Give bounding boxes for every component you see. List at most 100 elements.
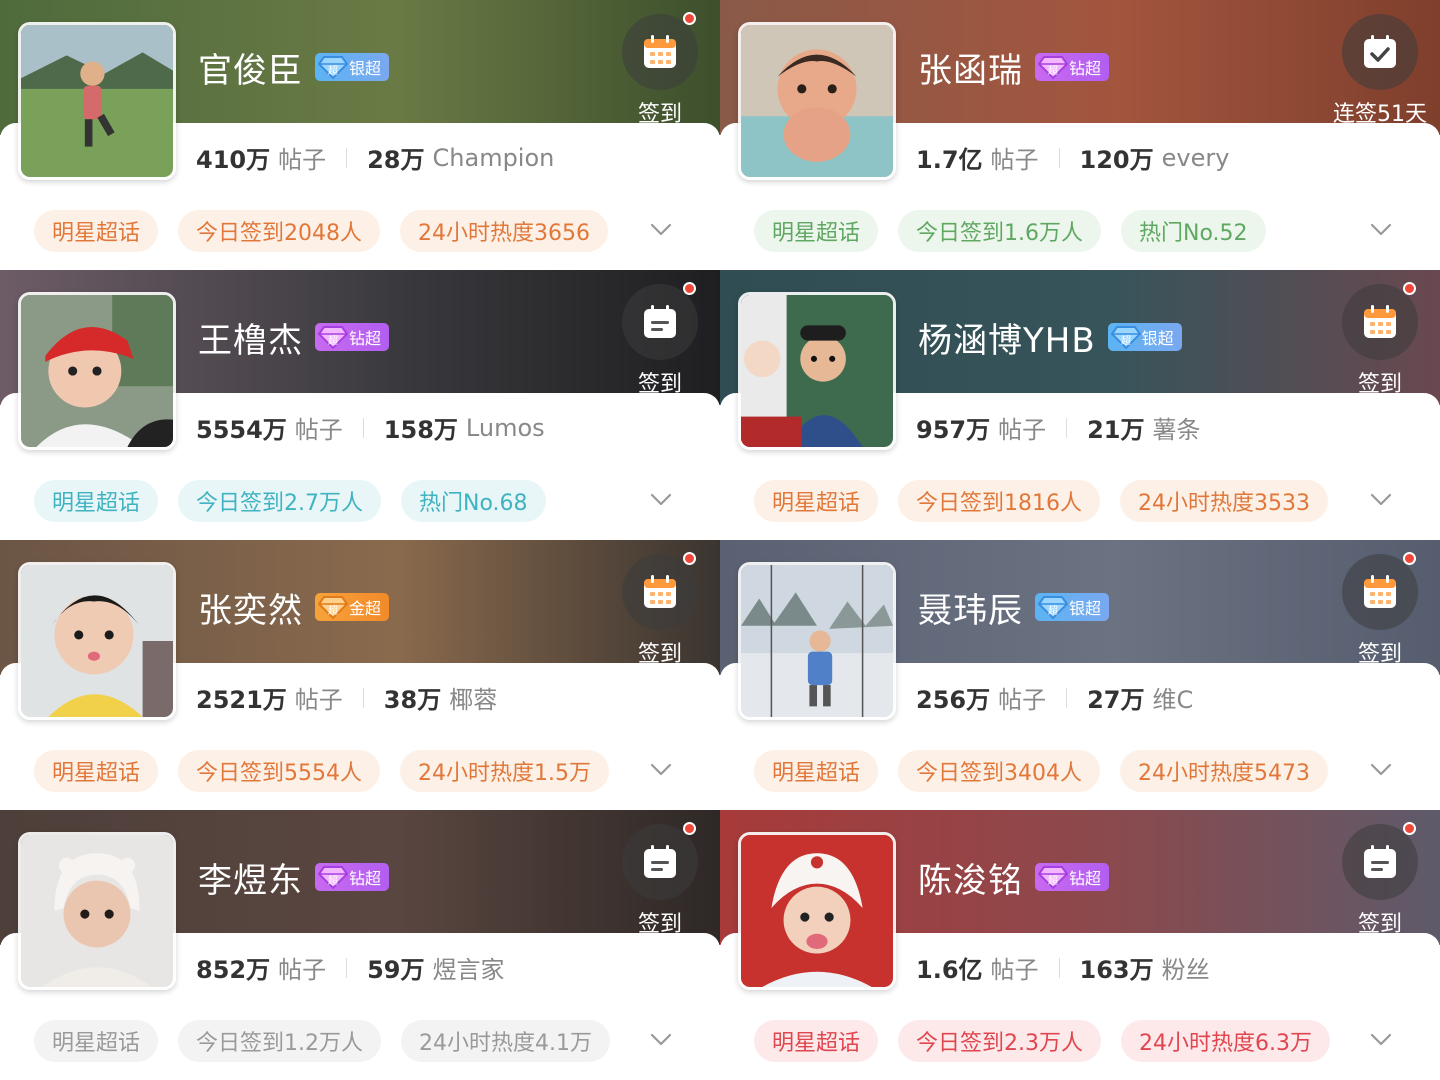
tag-row: 明星超话 今日签到2.3万人 24小时热度6.3万 [754,1020,1350,1062]
tag-pill[interactable]: 今日签到3404人 [898,750,1101,792]
super-topic-card[interactable]: 陈浚铭 超 钻超 签到 1.6亿 帖子 163万 粉丝 明星超话今日签到2.3万… [720,810,1440,1080]
level-badge: 超 钻超 [1035,53,1110,81]
chevron-down-icon[interactable] [1370,222,1392,238]
svg-text:超: 超 [1048,64,1058,77]
avatar[interactable] [18,292,176,450]
tag-pill[interactable]: 今日签到1.2万人 [178,1020,382,1062]
topic-name[interactable]: 张函瑞 [918,43,1023,92]
diamond-gem-icon: 超 [318,56,348,80]
notification-dot [683,552,696,565]
tag-pill[interactable]: 明星超话 [754,750,879,792]
badge-label: 银超 [1141,329,1174,348]
tag-pill[interactable]: 24小时热度3533 [1120,480,1328,522]
tag-pill[interactable]: 今日签到1.6万人 [898,210,1102,252]
tag-pill[interactable]: 明星超话 [34,1020,159,1062]
stats-row: 1.6亿 帖子 163万 粉丝 [916,950,1210,985]
tag-pill[interactable]: 今日签到5554人 [178,750,381,792]
super-topic-card[interactable]: 张函瑞 超 钻超 连签51天 1.7亿 帖子 120万 every 明星超话 今… [720,0,1440,270]
notification-dot [1403,552,1416,565]
sign-in-button[interactable]: 签到 [1340,822,1420,937]
svg-text:超: 超 [1048,604,1058,617]
super-topic-card[interactable]: 李煜东 超 钻超 签到 852万 帖子 59万 煜言家 明星超话今日签到1.2万… [0,810,720,1080]
tag-pill[interactable]: 明星超话 [754,1020,879,1062]
avatar[interactable] [738,832,896,990]
tag-pill[interactable]: 明星超话 [34,210,159,252]
calendar-grid-icon[interactable] [622,552,698,630]
tag-pill[interactable]: 热门No.52 [1121,210,1266,252]
sign-in-button[interactable]: 连签51天 [1320,14,1440,127]
tag-pill[interactable]: 今日签到2.3万人 [898,1020,1102,1062]
posts-count: 852万 [196,956,271,984]
chevron-down-icon[interactable] [1370,762,1392,778]
avatar[interactable] [18,562,176,720]
super-topic-card[interactable]: 王橹杰 超 钻超 签到 5554万 帖子 158万 Lumos 明星超话 今日签… [0,270,720,540]
topic-name[interactable]: 王橹杰 [198,313,303,362]
sign-in-button[interactable]: 签到 [1340,282,1420,397]
calendar-check-icon[interactable] [1342,14,1418,90]
tag-pill[interactable]: 24小时热度3656 [400,210,608,252]
calendar-grid-icon[interactable] [1342,282,1418,360]
badge-label: 钻超 [349,869,382,888]
avatar[interactable] [738,562,896,720]
posts-label: 帖子 [294,686,343,714]
tag-pill[interactable]: 今日签到1816人 [898,480,1101,522]
avatar[interactable] [738,22,896,180]
super-topic-card[interactable]: 张奕然 超 金超 签到 2521万 帖子 38万 椰蓉 明星超话 今日签到555… [0,540,720,810]
sign-in-label: 签到 [1357,912,1402,937]
tag-row: 明星超话 今日签到1.2万人 24小时热度4.1万 [34,1020,630,1062]
super-topic-card[interactable]: 官俊臣 超 银超 签到 410万 帖子 28万 Champion 明星超话 今日… [0,0,720,270]
tag-pill[interactable]: 24小时热度1.5万 [400,750,609,792]
topic-name[interactable]: 聂玮辰 [918,583,1023,632]
calendar-list-icon[interactable] [1342,822,1418,900]
calendar-list-icon[interactable] [622,822,698,900]
tag-pill[interactable]: 明星超话 [754,480,879,522]
tag-pill[interactable]: 24小时热度5473 [1120,750,1328,792]
tag-pill[interactable]: 24小时热度6.3万 [1121,1020,1330,1062]
tag-pill[interactable]: 今日签到2048人 [178,210,381,252]
fans-count: 21万 [1087,416,1145,444]
chevron-down-icon[interactable] [650,492,672,508]
sign-in-button[interactable]: 签到 [620,822,700,937]
tag-pill[interactable]: 明星超话 [34,480,159,522]
fans-count: 120万 [1079,146,1154,174]
fans-count: 27万 [1087,686,1145,714]
topic-name[interactable]: 官俊臣 [198,43,303,92]
avatar[interactable] [18,22,176,180]
posts-count: 1.7亿 [916,146,983,174]
tag-pill[interactable]: 明星超话 [34,750,159,792]
posts-count: 1.6亿 [916,956,983,984]
level-badge: 超 银超 [1035,593,1110,621]
calendar-grid-icon[interactable] [622,12,698,90]
posts-label: 帖子 [990,956,1039,984]
tag-pill[interactable]: 热门No.68 [401,480,546,522]
chevron-down-icon[interactable] [650,222,672,238]
avatar[interactable] [738,292,896,450]
sign-in-label: 签到 [637,912,682,937]
topic-name[interactable]: 张奕然 [198,583,303,632]
sign-in-label: 签到 [1357,372,1402,397]
topic-name[interactable]: 杨涵博YHB [918,313,1096,362]
chevron-down-icon[interactable] [1370,1032,1392,1048]
chevron-down-icon[interactable] [1370,492,1392,508]
chevron-down-icon[interactable] [650,762,672,778]
tag-row: 明星超话 今日签到2048人 24小时热度3656 [34,210,628,252]
tag-pill[interactable]: 明星超话 [754,210,879,252]
sign-in-button[interactable]: 签到 [620,552,700,667]
super-topic-card[interactable]: 聂玮辰 超 银超 签到 256万 帖子 27万 维C 明星超话 今日签到3404… [720,540,1440,810]
topic-name[interactable]: 陈浚铭 [918,853,1023,902]
sign-in-button[interactable]: 签到 [620,12,700,127]
super-topic-card[interactable]: 杨涵博YHB 超 银超 签到 957万 帖子 21万 薯条 明星超话 今日签到1… [720,270,1440,540]
avatar[interactable] [18,832,176,990]
fans-label: Lumos [465,413,545,442]
notification-dot [683,282,696,295]
calendar-grid-icon[interactable] [1342,552,1418,630]
topic-name[interactable]: 李煜东 [198,853,303,902]
chevron-down-icon[interactable] [650,1032,672,1048]
calendar-list-icon[interactable] [622,282,698,360]
divider [1058,957,1060,978]
tag-pill[interactable]: 今日签到2.7万人 [178,480,382,522]
sign-in-button[interactable]: 签到 [1340,552,1420,667]
sign-in-button[interactable]: 签到 [620,282,700,397]
badge-label: 钻超 [1069,869,1102,888]
tag-pill[interactable]: 24小时热度4.1万 [401,1020,610,1062]
